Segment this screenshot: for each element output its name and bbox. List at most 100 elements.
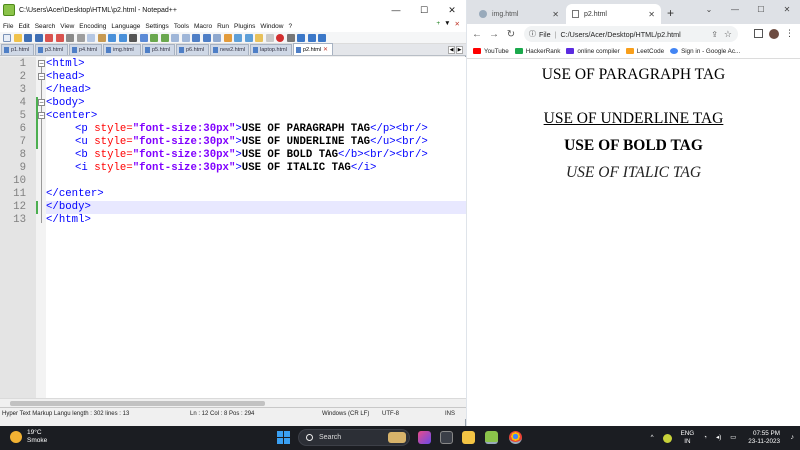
weather-widget[interactable]: 19°C Smoke: [10, 429, 47, 445]
reload-icon[interactable]: ↻: [504, 29, 518, 40]
forward-icon[interactable]: →: [487, 29, 501, 40]
copy-icon[interactable]: [87, 33, 95, 42]
cut-icon[interactable]: [76, 33, 85, 42]
side-panel-icon[interactable]: [754, 29, 763, 38]
menu-settings[interactable]: Settings: [145, 23, 169, 30]
save-all-icon[interactable]: [34, 33, 43, 42]
chevron-up-icon[interactable]: ^: [651, 434, 654, 442]
play-multiple-icon[interactable]: [307, 33, 316, 42]
doc-map-icon[interactable]: [234, 33, 242, 42]
tab-laptop[interactable]: laptop.html: [250, 44, 292, 55]
undo-icon[interactable]: [108, 33, 116, 42]
menu-view[interactable]: View: [60, 23, 74, 30]
close-icon[interactable]: ✕: [774, 0, 800, 18]
sync-v-icon[interactable]: [171, 33, 179, 42]
code-editor[interactable]: 1 2 3 4 5 6 7 8 9 10 11 12 13 − − − − <h…: [0, 57, 466, 398]
task-view-icon[interactable]: [440, 431, 453, 444]
fold-toggle-icon[interactable]: −: [38, 60, 45, 67]
notepad-plus-plus-icon[interactable]: [485, 431, 498, 444]
meet-icon[interactable]: [662, 433, 672, 443]
new-tab-button[interactable]: +: [667, 6, 674, 20]
menu-encoding[interactable]: Encoding: [79, 23, 106, 30]
info-icon[interactable]: ⓘ: [529, 29, 536, 39]
fold-toggle-icon[interactable]: −: [38, 73, 45, 80]
bookmark-youtube[interactable]: YouTube: [473, 48, 509, 55]
bookmark-google-signin[interactable]: Sign in - Google Ac...: [670, 48, 740, 55]
redo-icon[interactable]: [118, 33, 127, 42]
menu-tools[interactable]: Tools: [174, 23, 189, 30]
tab-close-icon[interactable]: ✕: [323, 46, 328, 53]
menu-help[interactable]: ?: [288, 23, 292, 30]
minimize-icon[interactable]: —: [722, 0, 748, 18]
tab-new2[interactable]: new2.html: [210, 44, 249, 55]
back-icon[interactable]: ←: [470, 29, 484, 40]
tab-p5[interactable]: p5.html: [142, 44, 175, 55]
tab-scroll-right-icon[interactable]: ▶: [456, 46, 463, 54]
chrome-icon[interactable]: [509, 431, 522, 444]
close-all-icon[interactable]: [55, 33, 64, 42]
close-file-icon[interactable]: [45, 33, 53, 42]
new-file-icon[interactable]: [3, 33, 11, 42]
notification-bell-icon[interactable]: ♪: [791, 434, 795, 441]
tab-p1[interactable]: p1.html: [1, 44, 34, 55]
copilot-icon[interactable]: [418, 431, 431, 444]
language-indicator[interactable]: ENG IN: [681, 430, 695, 446]
maximize-icon[interactable]: ☐: [748, 0, 774, 18]
tab-p6[interactable]: p6.html: [176, 44, 209, 55]
bookmark-online-compiler[interactable]: online compiler: [566, 48, 620, 55]
replace-icon[interactable]: [139, 33, 148, 42]
menu-edit[interactable]: Edit: [18, 23, 29, 30]
bookmark-star-icon[interactable]: ☆: [724, 29, 732, 40]
volume-icon[interactable]: ◂): [716, 434, 721, 442]
tab-img[interactable]: img.html: [103, 44, 141, 55]
chevron-down-icon[interactable]: ⌄: [696, 0, 722, 18]
tab-p4[interactable]: p4.html: [69, 44, 102, 55]
tab-p2[interactable]: p2.html ✕: [293, 43, 333, 55]
menu-plugins[interactable]: Plugins: [234, 23, 255, 30]
menu-search[interactable]: Search: [35, 23, 56, 30]
tab-scroll-left-icon[interactable]: ◀: [448, 46, 455, 54]
play-macro-icon[interactable]: [297, 33, 305, 42]
show-all-chars-icon[interactable]: [202, 33, 211, 42]
save-icon[interactable]: [24, 33, 32, 42]
menu-list-button[interactable]: ▼: [444, 20, 450, 28]
folder-workspace-icon[interactable]: [255, 33, 263, 42]
open-file-icon[interactable]: [13, 33, 22, 42]
notepad-titlebar[interactable]: C:\Users\Acer\Desktop\HTML\p2.html - Not…: [0, 0, 466, 20]
code-text-area[interactable]: <html> <head> </head> <body> <center> <p…: [46, 57, 466, 398]
find-icon[interactable]: [129, 33, 137, 42]
address-bar[interactable]: ⓘ File | C:/Users/Acer/Desktop/HTML/p2.h…: [524, 26, 738, 42]
profile-avatar[interactable]: [769, 28, 779, 39]
file-explorer-icon[interactable]: [462, 431, 475, 444]
close-tab-icon[interactable]: ✕: [648, 10, 655, 19]
chrome-tab-p2[interactable]: p2.html ✕: [566, 4, 661, 24]
windows-start-icon[interactable]: [277, 431, 290, 444]
menu-close-doc-button[interactable]: ✕: [455, 20, 460, 28]
zoom-in-icon[interactable]: [150, 33, 158, 42]
tab-p3[interactable]: p3.html: [35, 44, 68, 55]
bookmark-leetcode[interactable]: LeetCode: [625, 48, 664, 55]
menu-run[interactable]: Run: [217, 23, 229, 30]
battery-icon[interactable]: ▭: [730, 434, 736, 442]
taskbar-search[interactable]: Search: [298, 429, 410, 446]
close-icon[interactable]: ✕: [438, 0, 466, 20]
menu-dots-icon[interactable]: ⋮: [785, 28, 794, 39]
bookmark-hackerrank[interactable]: HackerRank: [514, 48, 560, 55]
menu-new-tab-button[interactable]: +: [436, 20, 440, 28]
menu-file[interactable]: File: [3, 23, 13, 30]
minimize-icon[interactable]: —: [382, 0, 410, 20]
sync-h-icon[interactable]: [181, 33, 190, 42]
word-wrap-icon[interactable]: [192, 33, 200, 42]
function-list-icon[interactable]: [244, 33, 253, 42]
fold-toggle-icon[interactable]: −: [38, 112, 45, 119]
clock[interactable]: 07:55 PM 23-11-2023: [748, 430, 780, 446]
menu-language[interactable]: Language: [111, 23, 140, 30]
menu-window[interactable]: Window: [260, 23, 283, 30]
paste-icon[interactable]: [97, 33, 106, 42]
fold-toggle-icon[interactable]: −: [38, 99, 45, 106]
wifi-icon[interactable]: ◔: [703, 434, 707, 442]
udl-icon[interactable]: [223, 33, 232, 42]
close-tab-icon[interactable]: ✕: [552, 10, 559, 19]
print-icon[interactable]: [66, 33, 74, 42]
indent-guide-icon[interactable]: [213, 33, 221, 42]
